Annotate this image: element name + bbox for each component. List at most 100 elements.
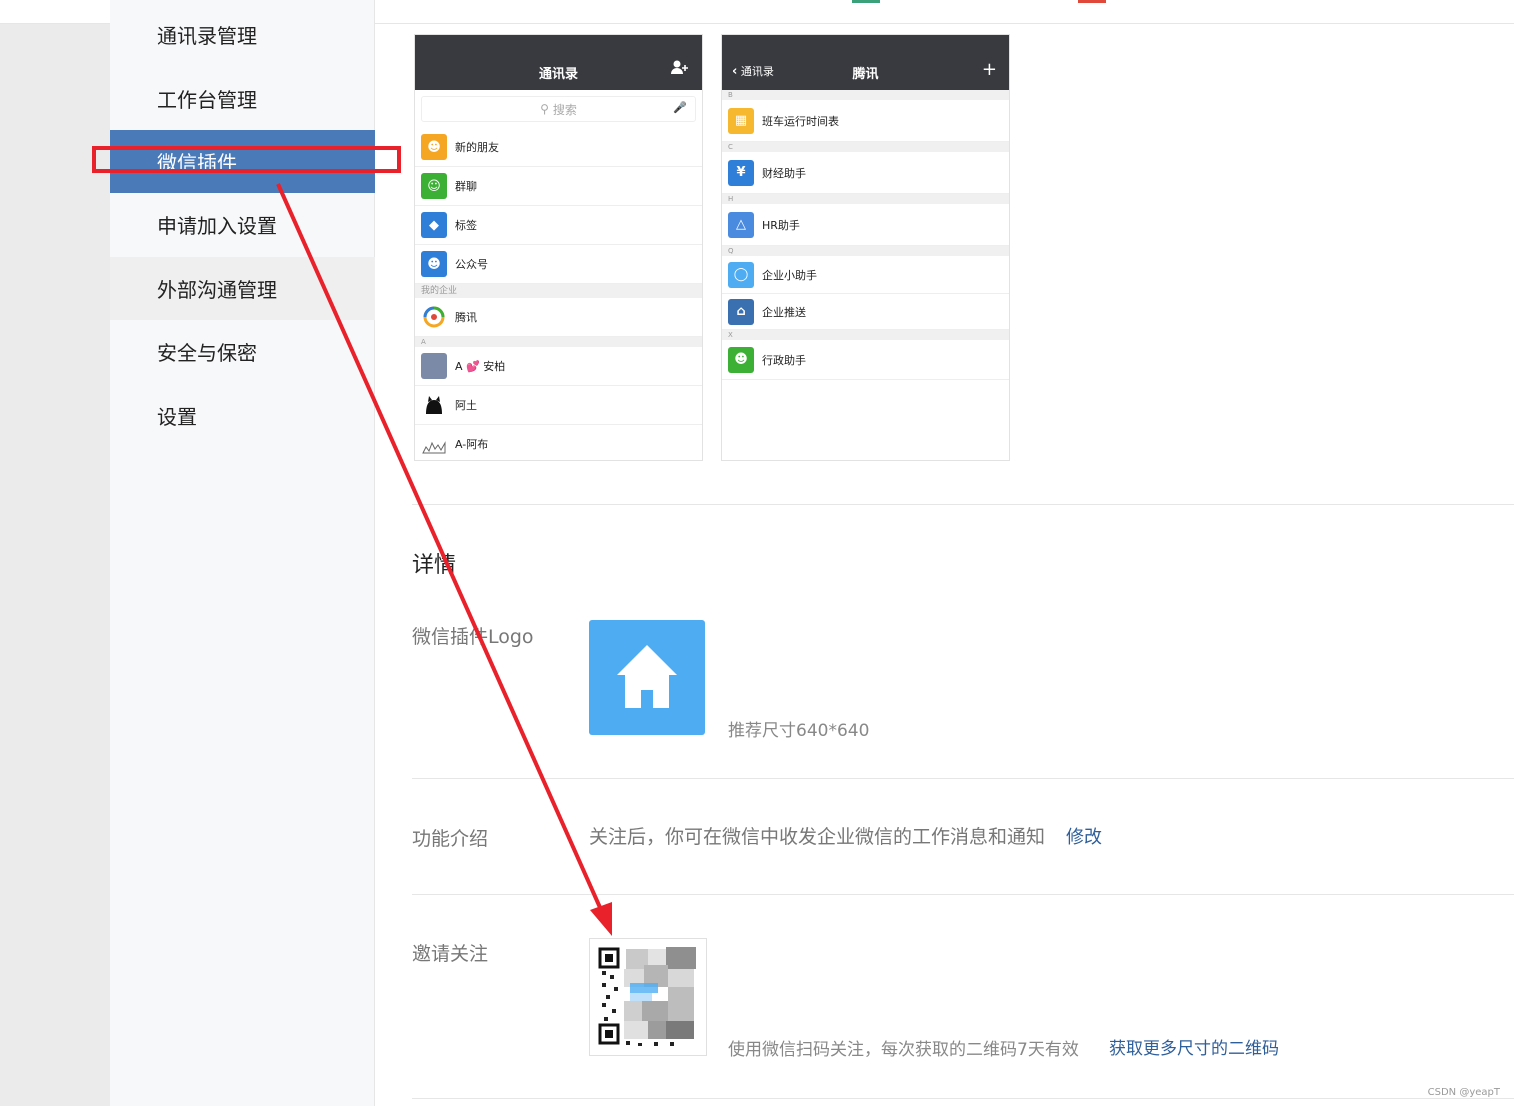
home-icon: ⌂ [728,298,754,325]
section-header: H [722,194,1009,204]
plus-icon: + [981,59,997,80]
phone-header: 通讯录 [415,35,702,90]
sidebar-item-label: 外部沟通管理 [157,278,277,302]
list-item: ☻ 新的朋友 [415,128,702,167]
phone-list: B ▦ 班车运行时间表 C ¥ 财经助手 H △ HR助手 Q ◯ 企业小助手 … [722,90,1009,460]
group-icon: ☺ [421,173,447,199]
list-item-label: A 💕 安柏 [455,360,506,373]
list-item: A-阿布 [415,425,702,460]
phone-title: 腾讯 [852,67,879,82]
chat-bubble-icon: ◯ [728,261,754,288]
edit-intro-link[interactable]: 修改 [1066,823,1102,849]
list-item-label: 行政助手 [762,353,806,367]
logo-label: 微信插件Logo [412,626,534,648]
sidebar-item-workbench[interactable]: 工作台管理 [110,67,375,130]
list-item: ◯ 企业小助手 [722,256,1009,294]
section-header: Q [722,246,1009,256]
list-item-label: 企业推送 [762,305,806,319]
section-header: 我的企业 [415,284,702,298]
empty-area [722,380,1009,460]
qr-code [589,938,707,1056]
person-icon: ☻ [728,346,754,373]
intro-text: 关注后，你可在微信中收发企业微信的工作消息和通知 [589,826,1046,848]
bus-icon: ▦ [728,107,754,134]
list-item-label: A-阿布 [455,438,489,451]
list-item-label: 群聊 [455,180,477,193]
list-item: ▦ 班车运行时间表 [722,100,1009,142]
avatar [421,353,447,379]
logo-size-hint: 推荐尺寸640*640 [728,721,870,741]
add-contact-icon [670,59,690,80]
sidebar-item-label: 工作台管理 [157,88,257,112]
invite-label: 邀请关注 [412,943,489,965]
divider [412,504,1514,505]
plugin-logo[interactable] [589,620,705,735]
intro-label: 功能介绍 [412,828,489,850]
top-chip-green [852,0,880,3]
list-item: A 💕 安柏 [415,347,702,386]
list-item-label: 腾讯 [455,311,477,324]
list-item: ☻ 行政助手 [722,340,1009,380]
add-friend-icon: ☻ [421,134,447,160]
watermark: CSDN @yeapT [1427,1087,1500,1098]
phone-list: ☻ 新的朋友 ☺ 群聊 ◆ 标签 ☻ 公众号 我的企业 腾讯 A A 💕 安柏 … [415,128,702,460]
sidebar-item-label: 通讯录管理 [157,24,257,48]
search-placeholder: 搜索 [552,102,577,117]
phone-header: ‹ 通讯录 腾讯 + [722,35,1009,90]
list-item-label: 财经助手 [762,166,806,180]
list-item: ¥ 财经助手 [722,152,1009,194]
list-item-label: 标签 [455,219,477,232]
list-item: 阿土 [415,386,702,425]
list-item: 腾讯 [415,298,702,337]
annotation-highlight-box [92,146,401,173]
avatar [421,392,447,418]
phone-title: 通讯录 [538,67,578,82]
list-item-label: 企业小助手 [762,268,817,282]
yen-icon: ¥ [728,159,754,186]
section-header: X [722,330,1009,340]
list-item-label: 班车运行时间表 [762,114,839,128]
sidebar-item-label: 设置 [157,405,197,429]
sidebar-item-contacts[interactable]: 通讯录管理 [110,3,375,66]
home-icon [617,645,677,708]
phone-search-box: ⚲ 搜索 🎤 [421,96,696,122]
network-icon: △ [728,211,754,238]
more-qr-sizes-link[interactable]: 获取更多尺寸的二维码 [1109,1034,1279,1059]
sidebar-item-label: 申请加入设置 [157,214,277,238]
top-chip-red [1078,0,1106,3]
divider [412,778,1514,779]
list-item: △ HR助手 [722,204,1009,246]
left-gutter [0,24,110,1106]
list-item-label: 公众号 [455,258,488,271]
tag-icon: ◆ [421,212,447,238]
tencent-logo-icon [421,304,447,330]
divider [412,1098,1514,1099]
sidebar-item-settings[interactable]: 设置 [110,384,375,447]
mic-icon: 🎤 [673,101,687,114]
list-item: ⌂ 企业推送 [722,294,1009,330]
sidebar-item-label: 安全与保密 [157,341,257,365]
qr-hint: 使用微信扫码关注，每次获取的二维码7天有效 [728,1040,1079,1060]
list-item: ☻ 公众号 [415,245,702,284]
list-item-label: 新的朋友 [455,141,499,154]
official-account-icon: ☻ [421,251,447,277]
avatar [421,431,447,457]
section-header: C [722,142,1009,152]
divider [412,894,1514,895]
sidebar-item-external[interactable]: 外部沟通管理 [110,257,375,320]
phone-preview-org: ‹ 通讯录 腾讯 + B ▦ 班车运行时间表 C ¥ 财经助手 H △ HR助手 [721,34,1010,461]
qr-code-image [598,947,696,1046]
page: 通讯录管理 工作台管理 微信插件 申请加入设置 外部沟通管理 安全与保密 设置 … [0,0,1514,1106]
list-item: ☺ 群聊 [415,167,702,206]
details-title: 详情 [412,553,457,578]
section-header: A [415,337,702,347]
search-icon: ⚲ [540,102,549,116]
phone-preview-contacts: 通讯录 ⚲ 搜索 🎤 ☻ 新的朋友 ☺ 群聊 ◆ 标签 ☻ 公众号 我的企业 腾… [414,34,703,461]
main-content: 通讯录 ⚲ 搜索 🎤 ☻ 新的朋友 ☺ 群聊 ◆ 标签 ☻ 公众号 我的企业 腾… [376,24,1514,1106]
list-item: ◆ 标签 [415,206,702,245]
section-header: B [722,90,1009,100]
sidebar-item-join-settings[interactable]: 申请加入设置 [110,193,375,256]
list-item-label: HR助手 [762,218,800,232]
list-item-label: 阿土 [455,399,477,412]
sidebar-item-security[interactable]: 安全与保密 [110,320,375,383]
